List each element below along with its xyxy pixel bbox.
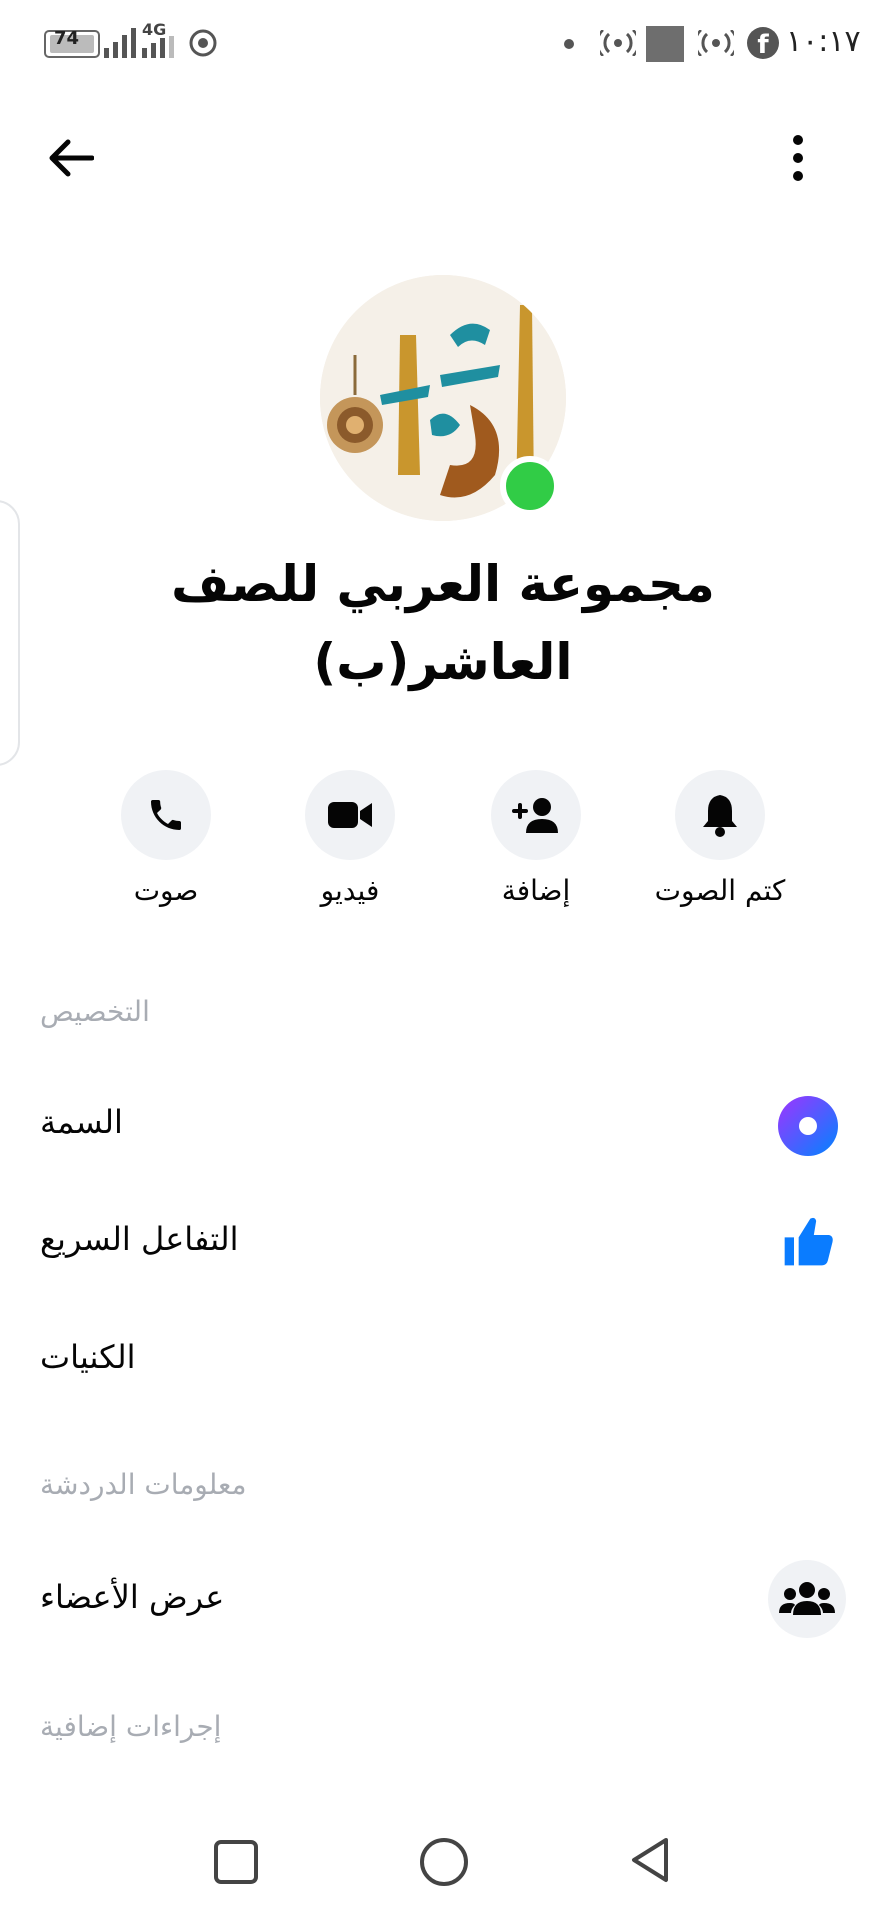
- section-customization: التخصيص: [40, 995, 150, 1028]
- section-more-actions: إجراءات إضافية: [40, 1710, 222, 1743]
- theme-row[interactable]: [0, 1085, 886, 1185]
- recent-apps-button[interactable]: [214, 1840, 258, 1884]
- thumbs-up-icon: [784, 1217, 833, 1266]
- nicknames-label: الكنيات: [40, 1338, 136, 1376]
- mute-circle[interactable]: [675, 770, 765, 860]
- add-member-button[interactable]: إضافة: [456, 770, 616, 907]
- video-call-circle[interactable]: [305, 770, 395, 860]
- back-button[interactable]: [30, 118, 110, 198]
- broadcast-2-icon: [698, 30, 734, 56]
- quick-reaction-label: التفاعل السريع: [40, 1220, 239, 1258]
- battery-icon: 74: [44, 28, 100, 58]
- bell-icon: [703, 795, 737, 837]
- system-nav-bar: [0, 1810, 886, 1920]
- signal-2-icon: [142, 36, 174, 58]
- group-people-icon: [779, 1582, 835, 1615]
- voice-call-button[interactable]: صوت: [86, 770, 246, 907]
- more-options-button[interactable]: [758, 118, 838, 198]
- back-nav-button[interactable]: [628, 1836, 672, 1884]
- mute-button[interactable]: كتم الصوت: [640, 770, 800, 907]
- view-members-label: عرض الأعضاء: [40, 1578, 225, 1616]
- home-button[interactable]: [420, 1838, 468, 1886]
- hotspot-icon: [189, 29, 217, 57]
- facebook-icon: f: [747, 27, 779, 59]
- group-name-line2: العاشر(ب): [313, 633, 573, 691]
- add-member-circle[interactable]: [491, 770, 581, 860]
- add-person-icon: [512, 798, 558, 833]
- mute-label: كتم الصوت: [654, 874, 786, 907]
- vertical-dots-icon: [793, 135, 803, 181]
- arrow-left-icon: [49, 139, 94, 177]
- video-call-button[interactable]: فيديو: [270, 770, 430, 907]
- online-status-dot: [500, 456, 560, 516]
- group-name-line1: مجموعة العربي للصف: [171, 555, 715, 613]
- status-bar: 74 4G f ١٠:١٧: [0, 0, 886, 90]
- voice-call-circle[interactable]: [121, 770, 211, 860]
- video-call-label: فيديو: [320, 874, 380, 907]
- phone-icon: [151, 800, 181, 830]
- image-notification-icon: [646, 26, 684, 62]
- members-icon-circle: [768, 1560, 846, 1638]
- voice-call-label: صوت: [133, 874, 199, 907]
- dot-icon: [564, 39, 574, 49]
- theme-color-icon: [778, 1096, 838, 1156]
- signal-icon: [104, 28, 136, 58]
- video-icon: [328, 802, 372, 828]
- edge-panel-handle[interactable]: [0, 500, 20, 766]
- section-chat-info: معلومات الدردشة: [40, 1468, 247, 1501]
- clock: ١٠:١٧: [786, 24, 861, 59]
- theme-label: السمة: [40, 1103, 123, 1141]
- battery-level: 74: [54, 28, 80, 49]
- add-member-label: إضافة: [501, 874, 571, 907]
- broadcast-icon: [600, 30, 636, 56]
